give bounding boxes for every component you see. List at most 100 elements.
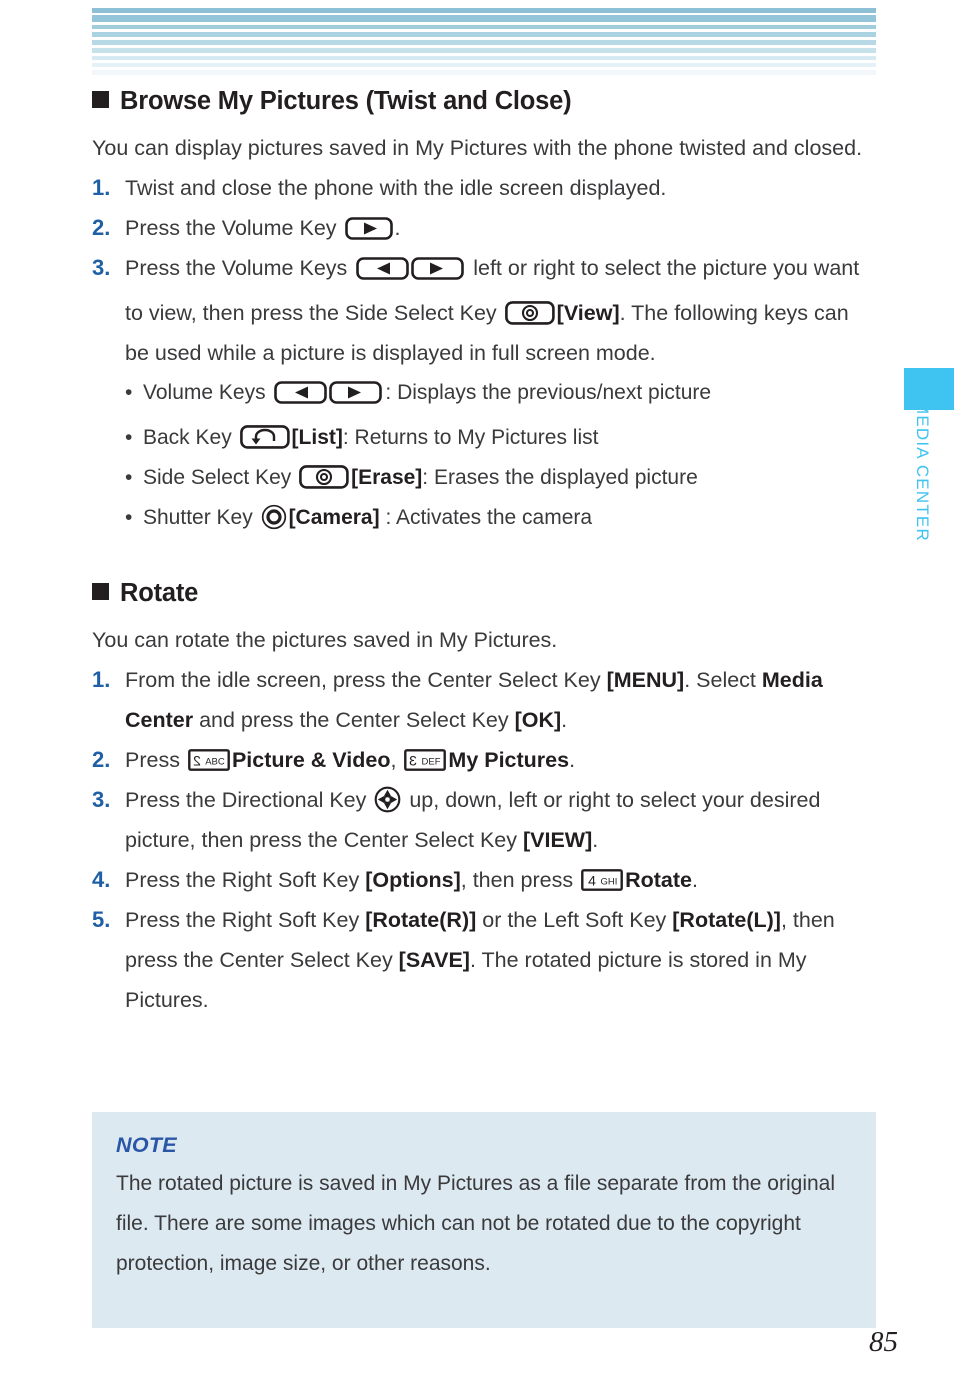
step-text-mid: , (390, 747, 403, 772)
bullet-dot-icon: • (125, 505, 133, 529)
step-text: Press the Volume Key (125, 215, 343, 240)
steps-rotate: 1. From the idle screen, press the Center… (92, 660, 876, 1020)
step-bold: [Rotate(R)] (365, 907, 477, 932)
step-text: Press (125, 747, 186, 772)
step-text-tail: . (569, 747, 576, 772)
back-key-icon (239, 424, 290, 449)
step-bold: [Options] (365, 867, 461, 892)
step-number: 5. (92, 906, 111, 932)
volume-key-right-icon (344, 217, 393, 240)
step-item: 3. Press the Volume Keys left or right to… (92, 248, 876, 373)
key-desc: : Displays the previous/next picture (385, 380, 712, 404)
step-text-tail: . (691, 867, 698, 892)
step-bold: [SAVE] (398, 947, 470, 972)
key-label: Side Select Key (143, 465, 298, 489)
key-desc: : Returns to My Pictures list (342, 425, 599, 449)
step-text-mid: . Select (684, 667, 762, 692)
key-bold: [Camera] (288, 505, 380, 529)
keypad-2-abc-icon: 2 ABC (188, 748, 230, 771)
svg-text:GHI: GHI (601, 876, 618, 887)
section-intro-browse: You can display pictures saved in My Pic… (92, 135, 863, 160)
step-bold: Rotate (625, 867, 692, 892)
step-text-mid: , then press (460, 867, 580, 892)
key-label: Shutter Key (143, 505, 259, 529)
step-text-tail: . (394, 215, 401, 240)
section-tab-label: MEDIA CENTER (913, 400, 932, 542)
step-item: 1. From the idle screen, press the Center… (92, 660, 876, 740)
key-desc: : Erases the displayed picture (422, 465, 698, 489)
step-item: 2. Press 2 ABC Picture & Video, 3 DEF My Pict… (92, 740, 876, 780)
step-item: 1. Twist and close the phone with the idl… (92, 168, 876, 208)
step-bold: [VIEW] (522, 827, 593, 852)
note-title: NOTE (116, 1133, 177, 1157)
step-number: 3. (92, 254, 111, 280)
step-bold: [Rotate(L)] (672, 907, 781, 932)
step-text-tail: . (592, 827, 599, 852)
step-text: Press the Directional Key (125, 787, 373, 812)
svg-text:ABC: ABC (205, 756, 225, 767)
key-function-list: • Volume Keys : Displays the previous/nex… (92, 373, 876, 538)
volume-keys-left-right-icon (274, 378, 383, 418)
section-tab-media-center: MEDIA CENTER (890, 368, 954, 598)
step-bold: My Pictures (448, 747, 570, 772)
svg-text:4: 4 (588, 872, 596, 888)
header-stripe-decoration (92, 8, 876, 75)
section-intro-rotate: You can rotate the pictures saved in My … (92, 627, 558, 652)
step-text-mid: or the Left Soft Key (476, 907, 673, 932)
svg-text:DEF: DEF (422, 756, 441, 767)
section-heading-browse-text: Browse My Pictures (Twist and Close) (120, 87, 572, 115)
bullet-dot-icon: • (125, 425, 133, 449)
step-bold: [MENU] (606, 667, 685, 692)
step-text: Twist and close the phone with the idle … (125, 175, 667, 200)
key-label: Back Key (143, 425, 238, 449)
step-text-mid2: and press the Center Select Key (193, 707, 515, 732)
list-item: • Volume Keys : Displays the previous/nex… (125, 373, 876, 418)
step-number: 2. (92, 214, 111, 240)
square-bullet-icon (92, 582, 109, 600)
key-bold: [List] (291, 425, 343, 449)
note-box: NOTE The rotated picture is saved in My … (92, 1112, 876, 1328)
page-number: 85 (869, 1326, 898, 1358)
side-select-key-icon (299, 464, 349, 489)
step-item: 4. Press the Right Soft Key [Options], th… (92, 860, 876, 900)
step-number: 4. (92, 866, 111, 892)
section-heading-rotate: Rotate (92, 578, 876, 610)
step-number: 1. (92, 174, 111, 200)
shutter-key-icon (261, 504, 287, 530)
header-stripe (92, 15, 876, 22)
key-bold: [Erase] (351, 465, 423, 489)
step-text: From the idle screen, press the Center S… (125, 667, 607, 692)
step-item: 5. Press the Right Soft Key [Rotate(R)] o… (92, 900, 876, 1020)
section-heading-browse: Browse My Pictures (Twist and Close) (92, 86, 876, 118)
key-label: Volume Keys (143, 380, 272, 404)
note-body: The rotated picture is saved in My Pictu… (116, 1172, 836, 1275)
key-desc: : Activates the camera (379, 505, 593, 529)
bullet-dot-icon: • (125, 465, 133, 489)
list-item: • Back Key [List]: Returns to My Pictures… (125, 418, 876, 458)
section-heading-rotate-text: Rotate (120, 578, 199, 607)
step-bold: [View] (556, 300, 620, 325)
header-stripe (92, 70, 876, 75)
list-item: • Shutter Key [Camera] : Activates the ca… (125, 498, 876, 538)
steps-browse: 1. Twist and close the phone with the idl… (92, 168, 876, 373)
step-bold: [OK] (514, 707, 562, 732)
step-item: 2. Press the Volume Key . (92, 208, 876, 248)
list-item: • Side Select Key [Erase]: Erases the dis… (125, 458, 876, 498)
directional-key-icon (374, 786, 401, 813)
step-text: Press the Volume Keys (125, 255, 354, 280)
step-number: 1. (92, 666, 111, 692)
keypad-4-ghi-icon: 4 GHI (581, 868, 623, 891)
volume-keys-left-right-icon (356, 253, 465, 293)
step-number: 2. (92, 746, 111, 772)
side-select-key-icon (504, 300, 555, 325)
step-number: 3. (92, 786, 111, 812)
svg-text:3: 3 (409, 752, 417, 768)
keypad-3-def-icon: 3 DEF (404, 748, 447, 771)
step-text: Press the Right Soft Key (125, 907, 366, 932)
bullet-dot-icon: • (125, 380, 133, 404)
svg-text:2: 2 (193, 752, 201, 768)
step-bold: Picture & Video (231, 747, 391, 772)
step-text-tail: . (561, 707, 568, 732)
page-content: Browse My Pictures (Twist and Close) You… (92, 86, 876, 1020)
